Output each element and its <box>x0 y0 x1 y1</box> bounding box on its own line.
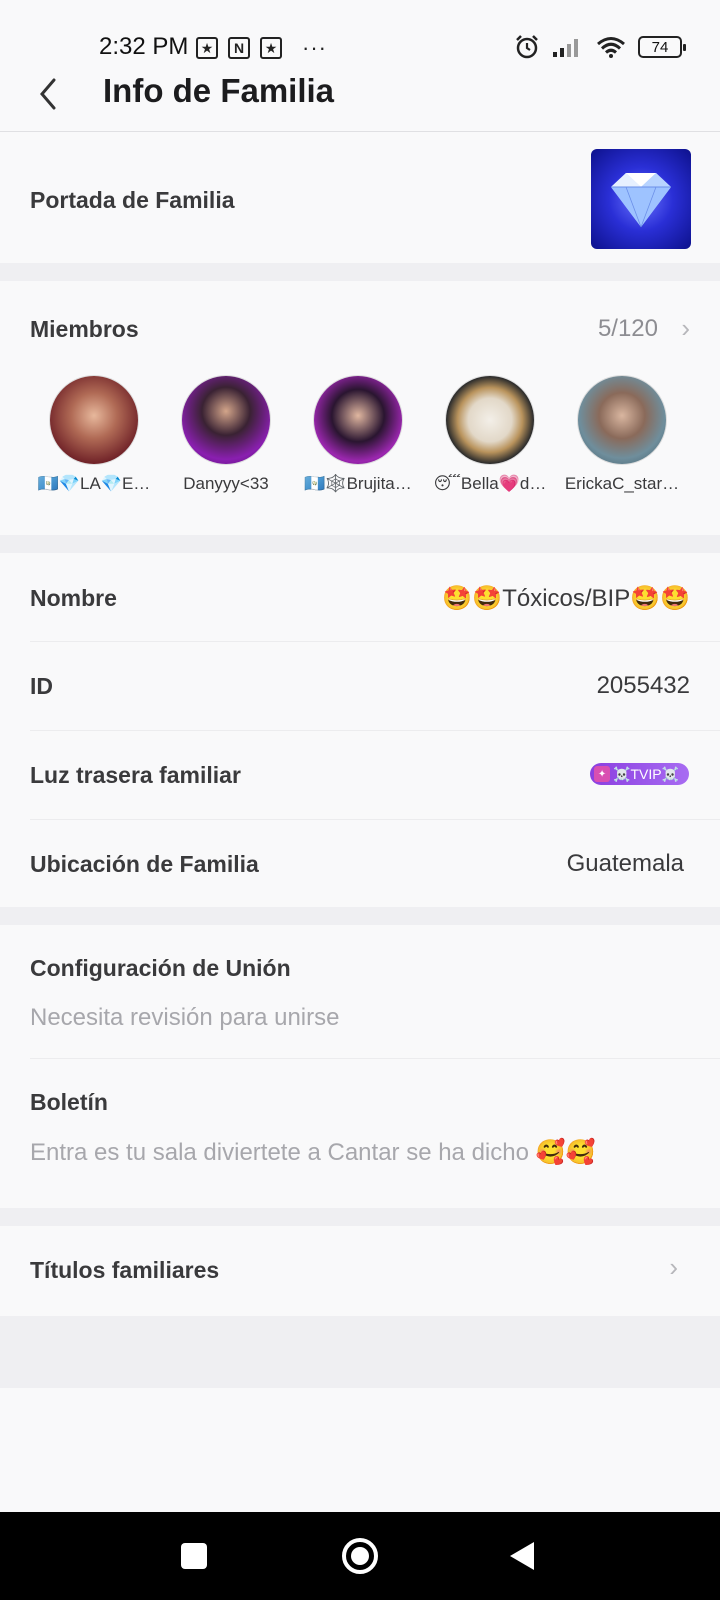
family-id-value: 2055432 <box>596 672 690 699</box>
member-item[interactable]: 🇬🇹🕸️Brujita… <box>292 376 424 494</box>
chevron-right-icon: › <box>669 1252 678 1282</box>
battery-icon: 74 <box>638 36 686 58</box>
location-value: Guatemala <box>566 850 684 877</box>
status-indicators: 74 <box>514 34 686 60</box>
location-row[interactable]: Ubicación de Familia Guatemala <box>0 820 720 907</box>
family-titles-row[interactable]: Títulos familiares › <box>0 1226 720 1316</box>
header: Info de Familia <box>0 70 720 132</box>
n-app-icon: N <box>228 37 250 59</box>
avatar <box>314 376 402 464</box>
member-name: Danyyy<33 <box>183 474 269 493</box>
section-separator <box>0 263 720 281</box>
triangle-back-icon <box>510 1542 534 1570</box>
star-badge-icon: ★ <box>260 37 282 59</box>
bulletin-label: Boletín <box>30 1089 108 1115</box>
page-title: Info de Familia <box>103 72 335 109</box>
id-label: ID <box>30 673 53 699</box>
member-name: 🇬🇹🕸️Brujita… <box>304 474 412 493</box>
location-label: Ubicación de Familia <box>30 851 259 877</box>
home-button[interactable] <box>341 1537 379 1575</box>
signal-icon <box>553 39 578 57</box>
overflow-dots: ··· <box>302 35 327 60</box>
bulletin-row[interactable]: Boletín Entra es tu sala diviertete a Ca… <box>0 1059 720 1208</box>
family-titles-label: Títulos familiares <box>30 1257 220 1283</box>
chevron-right-icon: › <box>681 313 690 343</box>
members-count: 5/120 <box>597 315 658 342</box>
join-settings-label: Configuración de Unión <box>30 955 291 981</box>
family-name-value: 🤩🤩Tóxicos/BIP🤩🤩 <box>442 585 690 612</box>
join-settings-value: Necesita revisión para unirse <box>30 1004 340 1031</box>
chevron-left-icon <box>40 78 56 110</box>
section-separator <box>0 907 720 925</box>
section-separator <box>0 1208 720 1226</box>
member-item[interactable]: Danyyy<33 <box>160 376 292 494</box>
alarm-icon <box>516 35 538 59</box>
system-nav-bar <box>0 1512 720 1600</box>
avatar <box>182 376 270 464</box>
back-nav-button[interactable] <box>508 1540 536 1572</box>
name-label: Nombre <box>30 585 117 611</box>
wifi-icon <box>597 37 625 58</box>
member-item[interactable]: 🇬🇹💎LA💎E… <box>28 376 160 494</box>
members-section: Miembros 5/120 › 🇬🇹💎LA💎E… Danyyy<33 🇬🇹🕸️… <box>0 281 720 535</box>
info-section: Nombre 🤩🤩Tóxicos/BIP🤩🤩 ID 2055432 Luz tr… <box>0 553 720 907</box>
member-name: ErickaC_star… <box>564 474 680 493</box>
member-item[interactable]: ErickaC_star… <box>556 376 688 494</box>
settings-section: Configuración de Unión Necesita revisión… <box>0 925 720 1208</box>
avatar <box>50 376 138 464</box>
avatar <box>446 376 534 464</box>
status-bar: 2:32 PM ★ N ★ ··· 74 <box>0 0 720 70</box>
diamond-icon <box>611 173 671 228</box>
bulletin-value: Entra es tu sala diviertete a Cantar se … <box>30 1139 596 1166</box>
backlight-row[interactable]: Luz trasera familiar ✦ ☠️TVIP☠️ <box>0 731 720 819</box>
section-separator <box>0 535 720 553</box>
status-app-icons: ★ N ★ ··· <box>196 35 327 61</box>
member-name: 🇬🇹💎LA💎E… <box>37 474 151 493</box>
name-row: Nombre 🤩🤩Tóxicos/BIP🤩🤩 <box>0 553 720 641</box>
star-badge-icon: ★ <box>196 37 218 59</box>
members-list: 🇬🇹💎LA💎E… Danyyy<33 🇬🇹🕸️Brujita… 😴Bella💗d… <box>28 376 688 494</box>
family-cover-image[interactable] <box>591 149 691 249</box>
badge-icon: ✦ <box>594 766 611 782</box>
backlight-label: Luz trasera familiar <box>30 762 241 788</box>
id-row: ID 2055432 <box>0 642 720 730</box>
cover-label: Portada de Familia <box>30 187 235 213</box>
recents-button[interactable] <box>180 1542 208 1570</box>
home-circle-icon <box>342 1538 378 1574</box>
avatar <box>578 376 666 464</box>
backlight-badge-text: ☠️TVIP☠️ <box>613 765 679 782</box>
member-item[interactable]: 😴Bella💗d… <box>424 376 556 494</box>
square-icon <box>181 1543 207 1569</box>
member-name: 😴Bella💗d… <box>433 474 547 493</box>
bottom-separator <box>0 1316 720 1388</box>
members-header-link[interactable]: 5/120 › <box>570 309 690 349</box>
backlight-badge: ✦ ☠️TVIP☠️ <box>590 763 689 785</box>
join-settings-row[interactable]: Configuración de Unión Necesita revisión… <box>0 925 720 1058</box>
members-label: Miembros <box>30 316 139 342</box>
status-time: 2:32 PM <box>99 33 189 60</box>
back-button[interactable] <box>28 70 68 118</box>
cover-row[interactable]: Portada de Familia <box>0 133 720 263</box>
